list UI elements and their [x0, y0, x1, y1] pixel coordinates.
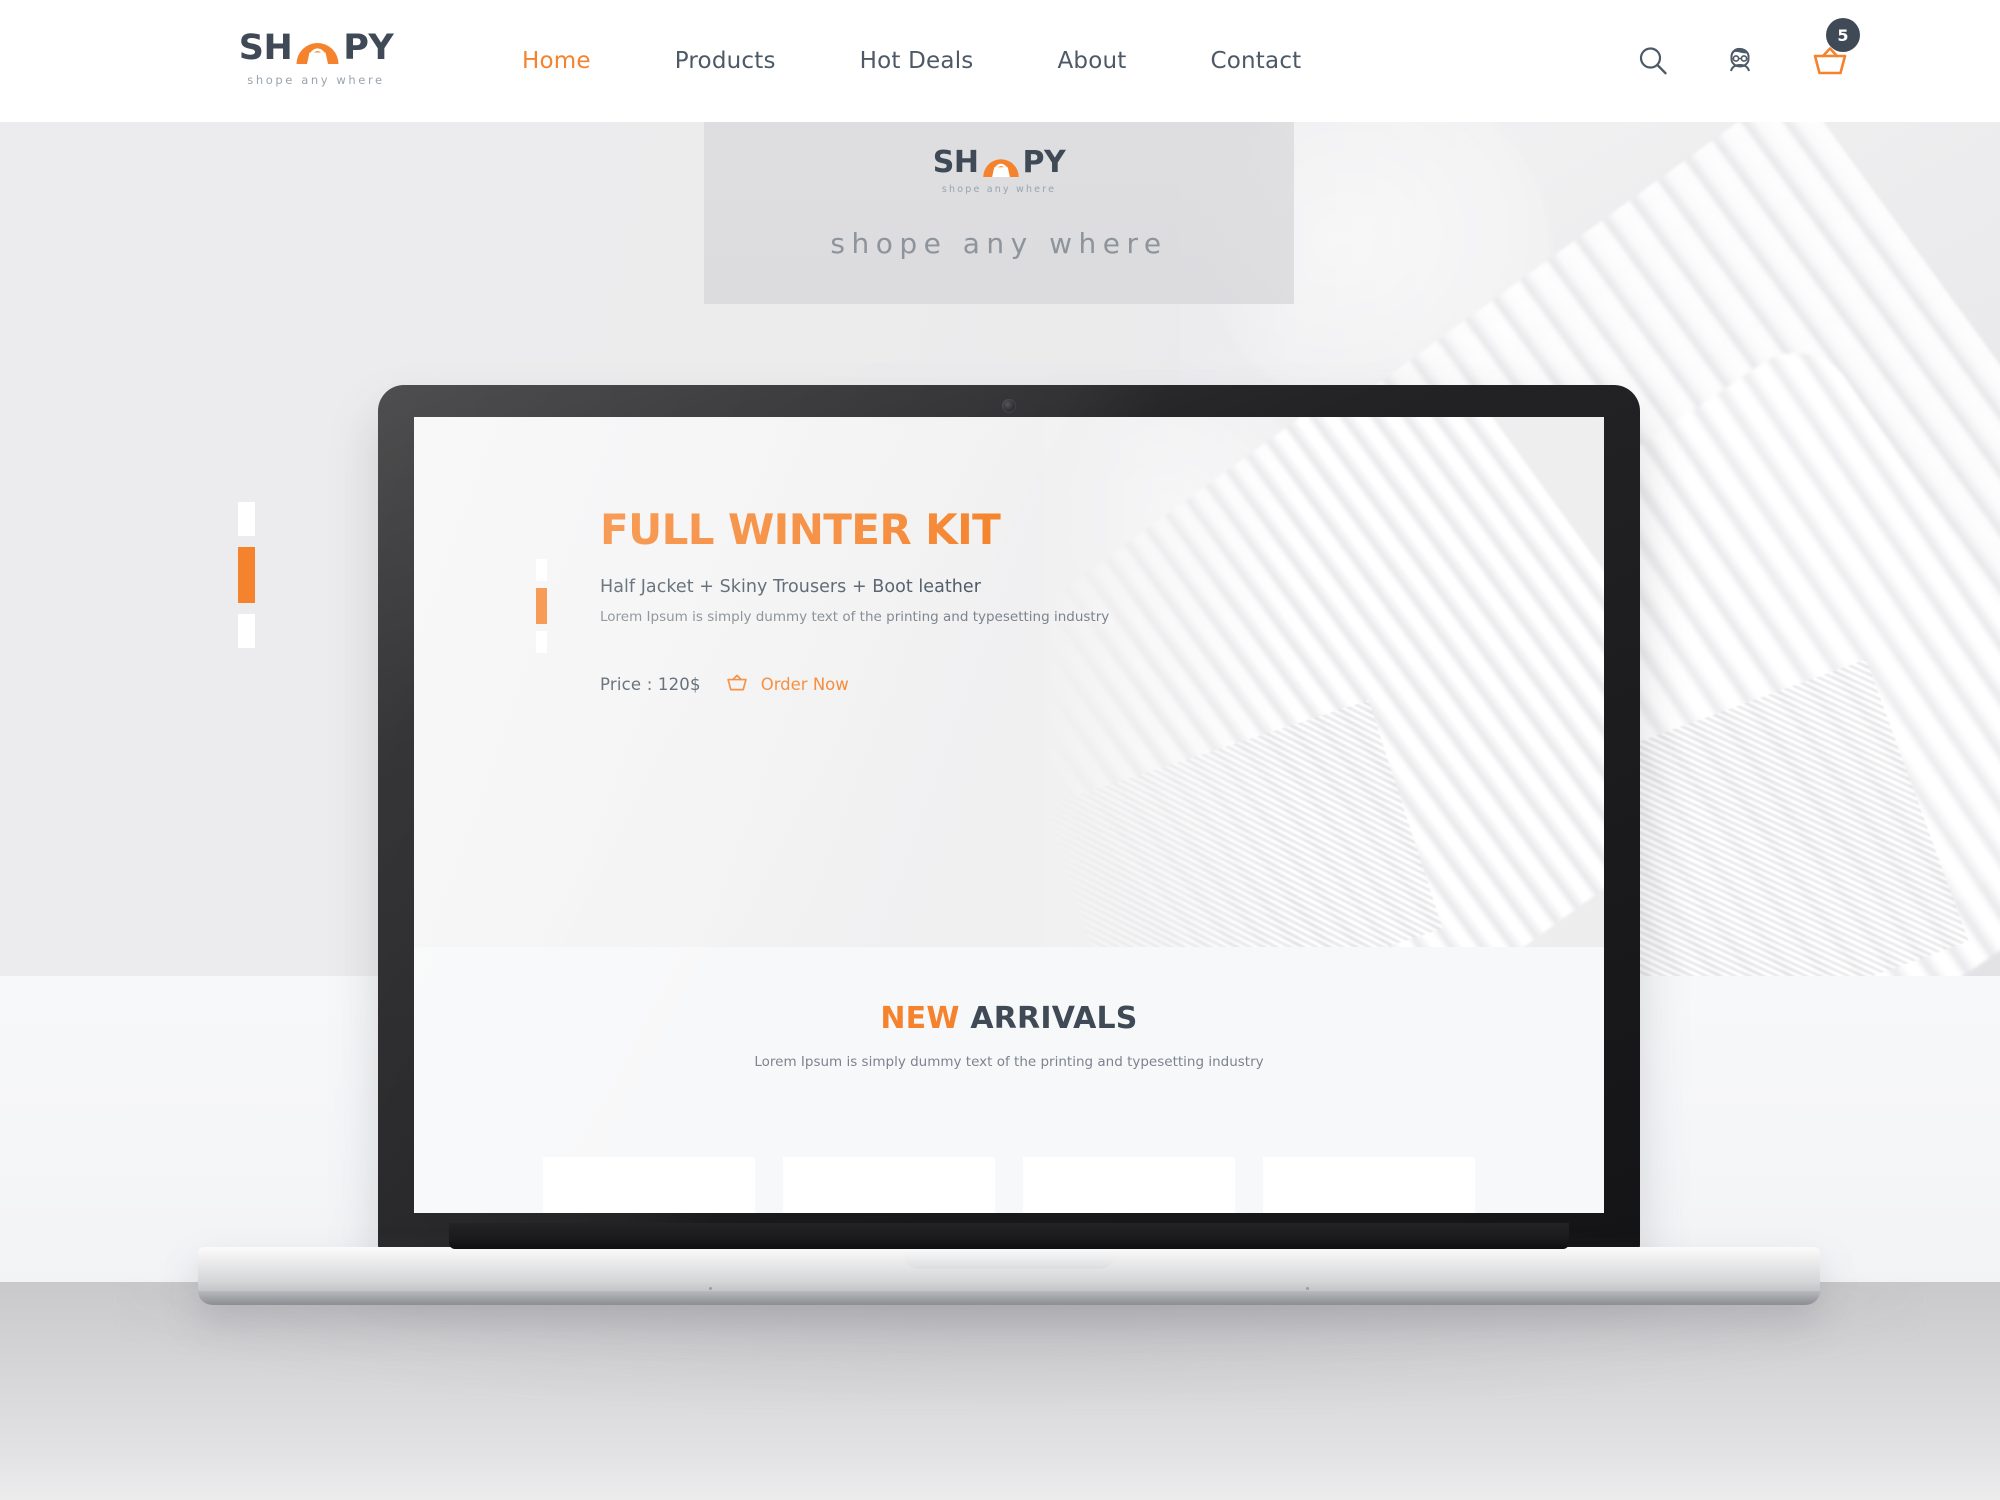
order-basket-icon — [725, 673, 749, 696]
user-account-icon[interactable] — [1722, 44, 1758, 78]
basket-logo-icon — [295, 37, 340, 65]
laptop-base — [198, 1223, 1820, 1305]
new-arrivals-title-highlight: NEW — [880, 1001, 960, 1036]
cart-count-badge: 5 — [1826, 18, 1860, 52]
order-now-label: Order Now — [760, 675, 849, 694]
hero-logo-text-right: PY — [1022, 145, 1066, 180]
hero-banner-panel: SH PY shope any where shope any where — [704, 122, 1294, 304]
screen-slider-bar-2-active[interactable] — [536, 588, 547, 624]
screen-slider-bar-1[interactable] — [536, 559, 547, 581]
main-navigation: Home Products Hot Deals About Contact — [480, 0, 1343, 122]
hero-banner-logo: SH PY shope any where — [924, 145, 1074, 196]
hero-logo-text-left: SH — [932, 145, 979, 180]
product-card[interactable] — [783, 1157, 995, 1213]
order-now-button[interactable]: Order Now — [725, 673, 849, 696]
product-card[interactable] — [1023, 1157, 1235, 1213]
product-card[interactable] — [543, 1157, 755, 1213]
nav-item-home[interactable]: Home — [480, 48, 633, 74]
screen-hero-copy: FULL WINTER KIT Half Jacket + Skiny Trou… — [600, 509, 1109, 696]
product-card[interactable] — [1263, 1157, 1475, 1213]
hero-basket-logo-icon — [982, 154, 1020, 178]
shopy-landing-page-mockup: SH PY shope any where Home Products Hot … — [0, 0, 2000, 1500]
screen-hero-section: FULL WINTER KIT Half Jacket + Skiny Trou… — [414, 417, 1604, 947]
webcam-icon — [1002, 399, 1016, 413]
logo-wordmark: SH PY — [232, 28, 400, 68]
product-title: FULL WINTER KIT — [600, 505, 1001, 554]
logo-tagline: shope any where — [247, 73, 385, 87]
laptop-hinge — [449, 1223, 1569, 1249]
nav-item-products[interactable]: Products — [633, 48, 818, 74]
screen-new-arrivals-section: NEW ARRIVALS Lorem Ipsum is simply dummy… — [414, 947, 1604, 1213]
hero-banner-tagline: shope any where — [830, 227, 1168, 260]
screen-hero-photo — [1044, 417, 1604, 947]
laptop-screen: FULL WINTER KIT Half Jacket + Skiny Trou… — [414, 417, 1604, 1213]
logo-text-left: SH — [238, 27, 293, 68]
logo-text-right: PY — [343, 27, 394, 68]
product-price: Price : 120$ — [600, 675, 701, 694]
cart-basket-icon[interactable]: 5 — [1810, 18, 1860, 78]
new-arrivals-card-row — [414, 1157, 1604, 1213]
site-logo[interactable]: SH PY shope any where — [232, 28, 400, 87]
new-arrivals-subtitle: Lorem Ipsum is simply dummy text of the … — [754, 1054, 1264, 1070]
laptop-base-vents — [709, 1287, 1309, 1290]
nav-item-hot-deals[interactable]: Hot Deals — [818, 48, 1016, 74]
nav-item-about[interactable]: About — [1015, 48, 1168, 74]
nav-item-contact[interactable]: Contact — [1169, 48, 1344, 74]
header-action-icons: 5 — [1636, 0, 1860, 122]
product-subtitle: Half Jacket + Skiny Trousers + Boot leat… — [600, 577, 981, 597]
product-description: Lorem Ipsum is simply dummy text of the … — [600, 609, 1110, 625]
new-arrivals-title: NEW ARRIVALS — [414, 1001, 1604, 1036]
laptop-lid: FULL WINTER KIT Half Jacket + Skiny Trou… — [378, 385, 1640, 1253]
screen-slider-indicator[interactable] — [536, 559, 547, 653]
screen-slider-bar-3[interactable] — [536, 631, 547, 653]
new-arrivals-title-rest: ARRIVALS — [970, 1001, 1138, 1036]
hero-logo-tagline: shope any where — [941, 184, 1057, 195]
laptop-mockup: FULL WINTER KIT Half Jacket + Skiny Trou… — [198, 385, 1820, 1305]
product-cta-row: Price : 120$ Order Now — [600, 673, 1109, 696]
search-icon[interactable] — [1636, 44, 1670, 78]
site-header: SH PY shope any where Home Products Hot … — [0, 0, 2000, 122]
